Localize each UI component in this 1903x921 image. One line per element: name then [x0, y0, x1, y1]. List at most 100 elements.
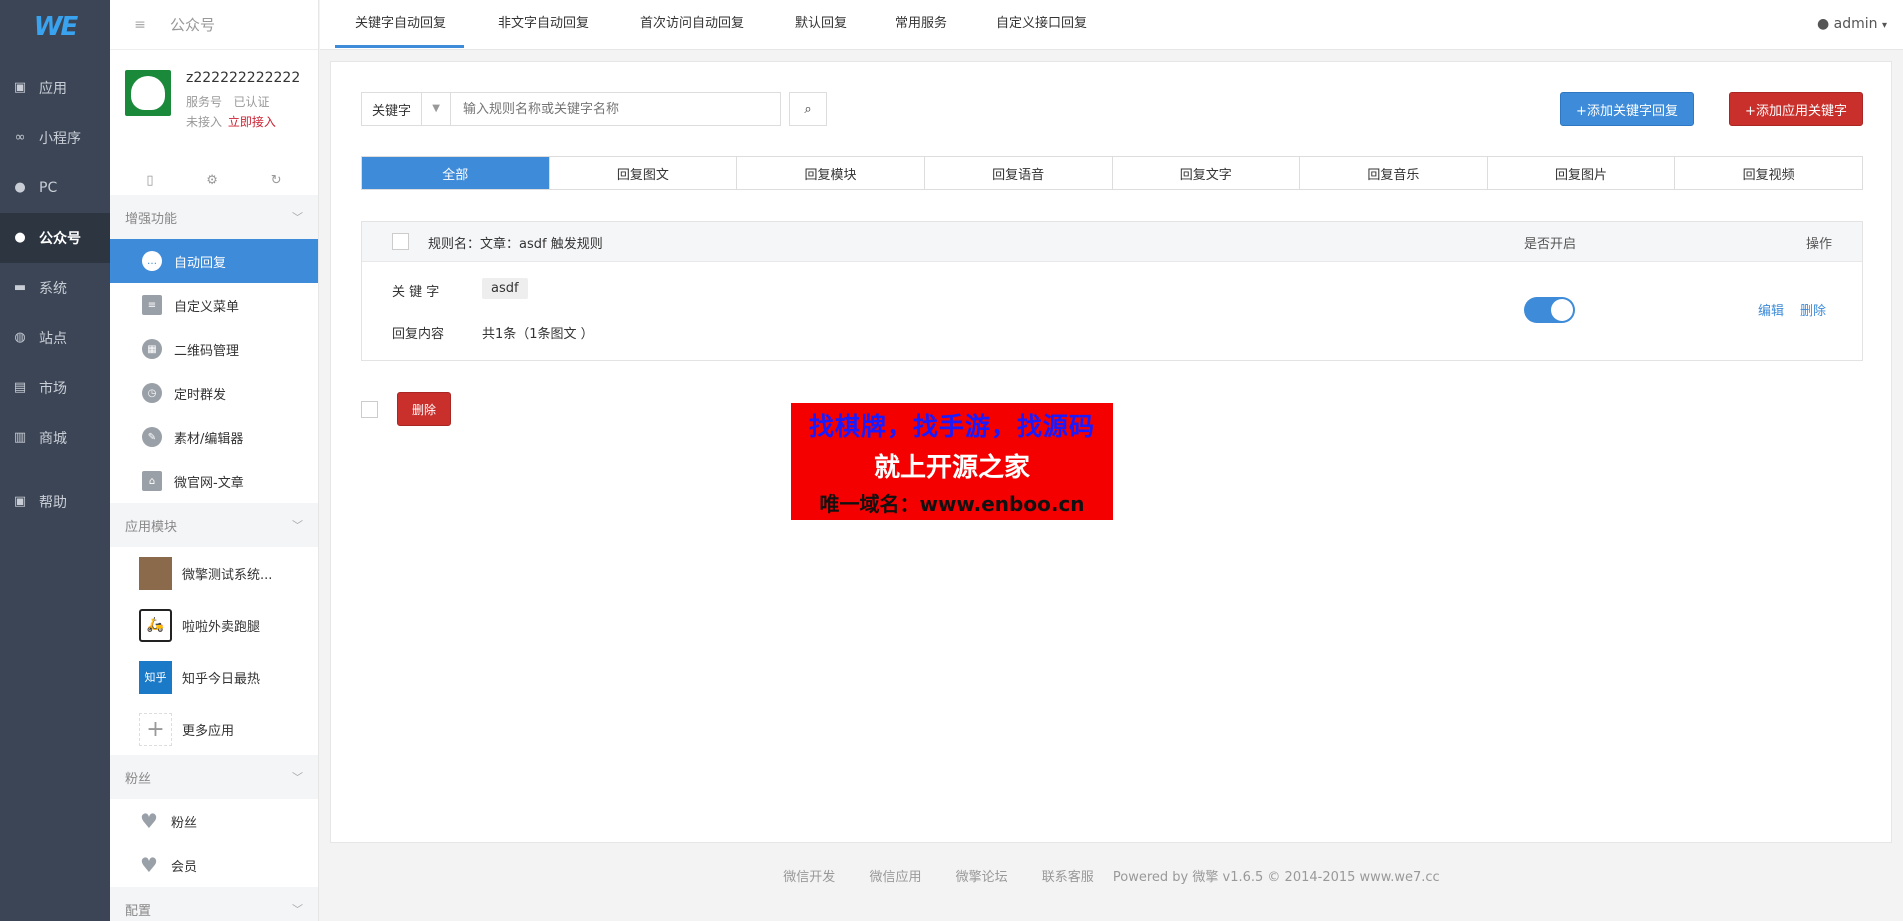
store-icon: ▥ [13, 430, 27, 445]
nav-label: 商城 [39, 431, 67, 447]
banner-line-3: 唯一域名：www.enboo.cn [819, 491, 1085, 516]
sidebar-item-fans[interactable]: ♥ 粉丝 [110, 799, 318, 843]
nav-item-store[interactable]: ▥ 商城 [0, 413, 110, 463]
filter-text[interactable]: 回复文字 [1113, 157, 1301, 189]
tab-common-services[interactable]: 常用服务 [895, 0, 947, 48]
nav-item-system[interactable]: ▬ 系统 [0, 263, 110, 313]
group-header-config[interactable]: 配置 ﹀ [110, 887, 318, 921]
user-icon: ● [14, 230, 26, 245]
edit-rule-link[interactable]: 编辑 [1758, 300, 1784, 319]
sidebar-item-auto-reply[interactable]: … 自动回复 [110, 239, 318, 283]
sidebar-item-material-editor[interactable]: ✎ 素材/编辑器 [110, 415, 318, 459]
user-menu[interactable]: ● admin ▾ [1817, 0, 1887, 48]
nav-label: 系统 [39, 281, 67, 297]
sidebar-item-members[interactable]: ♥ 会员 [110, 843, 318, 887]
sidebar-item-label: 会员 [171, 859, 198, 875]
nav-item-app[interactable]: ▣ 应用 [0, 63, 110, 113]
username: admin [1833, 16, 1878, 32]
filter-module[interactable]: 回复模块 [737, 157, 925, 189]
sidebar-app-zhihu[interactable]: 知乎 知乎今日最热 [110, 651, 318, 703]
help-icon: ▣ [13, 494, 27, 509]
tab-keyword-reply[interactable]: 关键字自动回复 [335, 0, 465, 48]
group-header-enhanced[interactable]: 增强功能 ﹀ [110, 195, 318, 239]
globe-icon: ◍ [14, 330, 26, 345]
sidebar-app-delivery[interactable]: 🛵 啦啦外卖跑腿 [110, 599, 318, 651]
rule-enabled-toggle[interactable] [1524, 297, 1575, 323]
reply-content-value: 共1条（1条图文 ） [482, 327, 594, 342]
toggle-knob [1551, 299, 1573, 321]
bulk-delete-button[interactable]: 删除 [397, 392, 451, 426]
tab-default-reply[interactable]: 默认回复 [795, 0, 847, 48]
nav-label: 站点 [39, 331, 67, 347]
rule-body: 关 键 字 asdf 回复内容 共1条（1条图文 ） 编辑 删除 [362, 262, 1862, 360]
gear-icon[interactable]: ⚙ [206, 173, 218, 188]
connect-link[interactable]: 立即接入 [228, 115, 276, 129]
refresh-icon[interactable]: ↻ [271, 173, 282, 188]
sidebar-item-label: 二维码管理 [174, 343, 240, 359]
tab-first-visit-reply[interactable]: 首次访问自动回复 [640, 0, 744, 48]
filter-music[interactable]: 回复音乐 [1300, 157, 1488, 189]
nav-item-pc[interactable]: ● PC [0, 163, 110, 213]
nav-item-miniprogram[interactable]: ∞ 小程序 [0, 113, 110, 163]
keyword-label: 关 键 字 [392, 285, 440, 300]
filter-all[interactable]: 全部 [362, 157, 550, 189]
nav-label: PC [39, 180, 58, 196]
footer-link-forum[interactable]: 微擎论坛 [956, 870, 1008, 885]
mobile-icon[interactable]: ▯ [146, 173, 153, 188]
keyword-tag: asdf [482, 278, 528, 299]
filter-news[interactable]: 回复图文 [550, 157, 738, 189]
document-icon: ≡ [142, 295, 162, 315]
tab-non-text-reply[interactable]: 非文字自动回复 [498, 0, 589, 48]
add-keyword-reply-button[interactable]: +添加关键字回复 [1560, 92, 1694, 126]
select-all-checkbox[interactable] [361, 401, 378, 418]
app-thumbnail [139, 556, 172, 590]
sidebar-item-microsite[interactable]: ⌂ 微官网-文章 [110, 459, 318, 503]
group-title: 应用模块 [125, 519, 178, 535]
home-icon: ⌂ [142, 471, 162, 491]
sidebar-title: 公众号 [170, 16, 216, 34]
rule-checkbox[interactable] [392, 233, 409, 250]
account-type: 服务号 [186, 95, 223, 109]
group-title: 粉丝 [125, 771, 152, 787]
menu-toggle-icon[interactable]: ≡ [110, 17, 170, 33]
nav-item-help[interactable]: ▣ 帮助 [0, 477, 110, 527]
chevron-down-icon: ﹀ [292, 903, 303, 916]
filter-image[interactable]: 回复图片 [1488, 157, 1676, 189]
user-icon: ● [14, 180, 26, 195]
sidebar-item-label: 微官网-文章 [174, 475, 244, 491]
enabled-column-label: 是否开启 [1524, 237, 1577, 252]
sidebar-app-test-system[interactable]: 微擎测试系统... [110, 547, 318, 599]
search-button[interactable]: ⌕ [789, 92, 827, 126]
add-app-keyword-button[interactable]: +添加应用关键字 [1729, 92, 1863, 126]
monitor-icon: ▬ [13, 280, 27, 295]
reply-type-filter: 全部 回复图文 回复模块 回复语音 回复文字 回复音乐 回复图片 回复视频 [361, 156, 1863, 190]
footer-link-apps[interactable]: 微信应用 [869, 870, 921, 885]
filter-video[interactable]: 回复视频 [1675, 157, 1862, 189]
logo[interactable]: WE [0, 0, 110, 53]
delete-rule-link[interactable]: 删除 [1800, 300, 1826, 319]
group-header-fans[interactable]: 粉丝 ﹀ [110, 755, 318, 799]
search-bar: 关键字 ▼ ⌕ [361, 92, 827, 126]
footer-link-dev[interactable]: 微信开发 [783, 870, 835, 885]
rule-title: 规则名：文章：asdf 触发规则 [428, 237, 603, 252]
clock-icon: ◷ [142, 383, 162, 403]
plus-icon: + [139, 712, 172, 746]
search-input[interactable] [451, 92, 781, 126]
sidebar-item-label: 定时群发 [174, 387, 227, 403]
filter-voice[interactable]: 回复语音 [925, 157, 1113, 189]
sidebar-item-custom-menu[interactable]: ≡ 自定义菜单 [110, 283, 318, 327]
nav-item-market[interactable]: ▤ 市场 [0, 363, 110, 413]
sidebar-item-qrcode[interactable]: ▦ 二维码管理 [110, 327, 318, 371]
account-status: 未接入 [186, 115, 223, 129]
sidebar-item-scheduled-send[interactable]: ◷ 定时群发 [110, 371, 318, 415]
tab-custom-api-reply[interactable]: 自定义接口回复 [996, 0, 1087, 48]
sidebar-more-apps[interactable]: + 更多应用 [110, 703, 318, 755]
group-header-app-modules[interactable]: 应用模块 ﹀ [110, 503, 318, 547]
search-type-select[interactable]: 关键字 ▼ [361, 92, 451, 126]
nav-item-official-account[interactable]: ● 公众号 [0, 213, 110, 263]
nav-label: 应用 [39, 81, 67, 97]
nav-item-site[interactable]: ◍ 站点 [0, 313, 110, 363]
rule-header: 规则名：文章：asdf 触发规则 是否开启 操作 [362, 222, 1862, 262]
group-title: 增强功能 [125, 211, 178, 227]
footer-link-support[interactable]: 联系客服 [1042, 870, 1094, 885]
